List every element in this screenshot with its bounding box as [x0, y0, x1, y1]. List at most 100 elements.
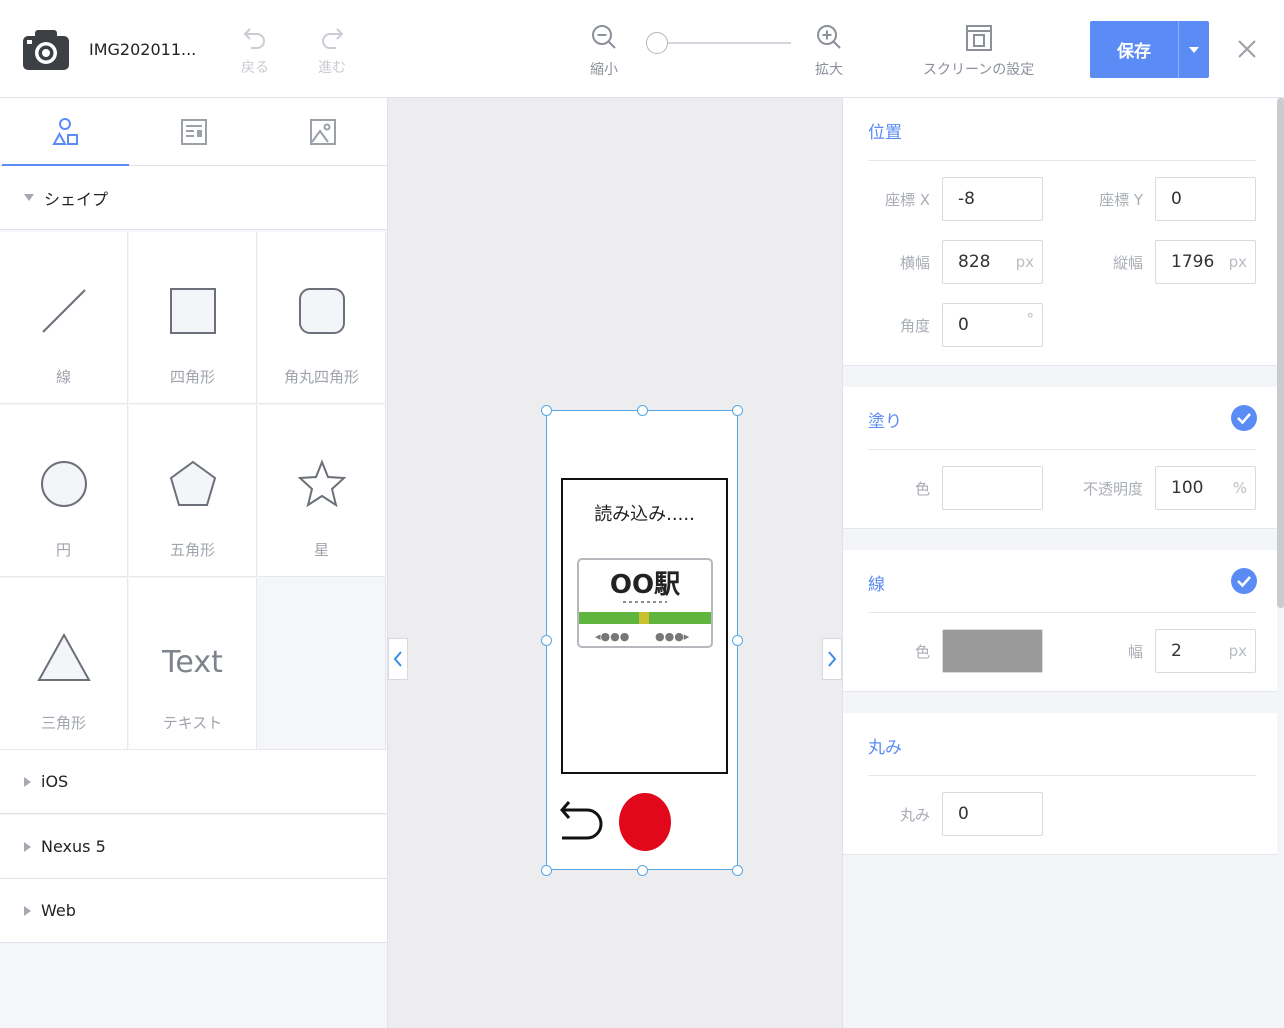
- properties-scrollbar[interactable]: [1277, 98, 1284, 608]
- divider: [868, 160, 1256, 161]
- stroke-width-label: 幅: [1127, 643, 1143, 661]
- svg-text:◂●●●: ◂●●●: [595, 630, 629, 643]
- stroke-toggle[interactable]: [1231, 568, 1257, 594]
- y-label: 座標 Y: [1099, 191, 1143, 209]
- zoom-in-label: 拡大: [815, 62, 843, 78]
- resize-handle[interactable]: [541, 405, 552, 416]
- redo-button[interactable]: 進む: [318, 25, 346, 77]
- fill-card: 塗り 色 不透明度 100%: [843, 387, 1277, 529]
- position-title: 位置: [868, 123, 902, 143]
- shape-text[interactable]: Text テキスト: [129, 578, 257, 750]
- checkmark-icon: [1237, 413, 1251, 425]
- record-button-shape: [619, 793, 671, 851]
- height-label: 縦幅: [1112, 254, 1143, 272]
- section-web-header[interactable]: Web: [0, 879, 387, 943]
- collapse-right-panel-button[interactable]: [822, 638, 842, 680]
- station-name: OO駅: [609, 570, 681, 600]
- divider: [868, 775, 1256, 776]
- x-input[interactable]: -8: [942, 177, 1043, 221]
- camera-icon[interactable]: [20, 26, 72, 74]
- collapsed-caret-icon: [24, 905, 31, 916]
- svg-text:●●●▸: ●●●▸: [655, 630, 690, 643]
- line-icon: [41, 289, 86, 333]
- zoom-in-icon: [817, 25, 841, 49]
- tab-images[interactable]: [258, 98, 387, 166]
- zoom-slider-track[interactable]: [657, 42, 791, 44]
- layout-icon: [180, 119, 207, 145]
- close-icon[interactable]: [1234, 36, 1260, 62]
- section-ios-header[interactable]: iOS: [0, 750, 387, 814]
- panel-tabs: [0, 98, 387, 167]
- save-label[interactable]: 保存: [1090, 21, 1178, 78]
- tab-layout[interactable]: [129, 98, 258, 166]
- angle-label: 角度: [899, 317, 930, 335]
- y-input[interactable]: 0: [1155, 177, 1256, 221]
- undo-button[interactable]: 戻る: [241, 25, 269, 77]
- fill-color-swatch[interactable]: [942, 466, 1043, 510]
- selected-screen[interactable]: 読み込み..... ◂●●● ●●●▸ OO駅: [541, 405, 743, 876]
- screen-content-frame: 読み込み..... ◂●●● ●●●▸ OO駅: [561, 478, 728, 774]
- width-value: 828: [958, 252, 991, 272]
- position-card: 位置 座標 X -8 座標 Y 0 横幅 828 px 縦幅 1796 px 角度 …: [843, 98, 1277, 366]
- shape-star[interactable]: 星: [258, 405, 386, 577]
- opacity-input[interactable]: 100%: [1155, 466, 1256, 510]
- resize-handle[interactable]: [732, 405, 743, 416]
- redo-icon: [322, 28, 344, 49]
- fill-toggle[interactable]: [1231, 405, 1257, 431]
- text-glyph: Text: [162, 645, 223, 680]
- resize-handle[interactable]: [637, 865, 648, 876]
- radius-title: 丸み: [868, 738, 902, 758]
- shape-label: 星: [313, 541, 329, 559]
- shape-line[interactable]: 線: [0, 232, 128, 404]
- zoom-slider-knob[interactable]: [646, 32, 668, 54]
- collapsed-caret-icon: [24, 841, 31, 852]
- document-title[interactable]: IMG202011...: [89, 40, 196, 59]
- zoom-out-button[interactable]: 縮小: [589, 23, 619, 79]
- save-dropdown-button[interactable]: [1178, 21, 1209, 78]
- stroke-width-input[interactable]: 2 px: [1155, 629, 1256, 673]
- caret-down-icon: [1189, 46, 1199, 53]
- top-toolbar: IMG202011... 戻る 進む 縮小 拡大 スクリーンの設定 保存: [0, 0, 1284, 98]
- stroke-color-swatch[interactable]: [942, 629, 1043, 673]
- station-sign-image: ◂●●● ●●●▸ OO駅: [577, 558, 713, 648]
- screen-settings-button[interactable]: スクリーンの設定: [923, 23, 1034, 79]
- radius-input[interactable]: 0: [942, 792, 1043, 836]
- circle-icon: [40, 461, 87, 507]
- resize-handle[interactable]: [541, 635, 552, 646]
- shape-label: 円: [55, 541, 71, 559]
- zoom-in-button[interactable]: 拡大: [814, 23, 844, 79]
- shape-label: 五角形: [169, 541, 215, 559]
- angle-input[interactable]: 0 °: [942, 303, 1043, 347]
- section-nexus5-header[interactable]: Nexus 5: [0, 815, 387, 879]
- shape-label: 角丸四角形: [283, 368, 359, 386]
- shape-label: 三角形: [40, 714, 86, 732]
- left-panel: シェイプ 線 四角形 角丸四角形 円 五角形 星 三角形 Text テキスト i…: [0, 98, 388, 1028]
- section-nexus5-label: Nexus 5: [41, 837, 106, 856]
- x-value: -8: [958, 189, 975, 209]
- stroke-card: 線 色 幅 2 px: [843, 550, 1277, 692]
- shape-rounded-rectangle[interactable]: 角丸四角形: [258, 232, 386, 404]
- resize-handle[interactable]: [732, 865, 743, 876]
- shape-empty-slot: [258, 578, 386, 750]
- shape-rectangle[interactable]: 四角形: [129, 232, 257, 404]
- resize-handle[interactable]: [541, 865, 552, 876]
- shape-circle[interactable]: 円: [0, 405, 128, 577]
- save-button[interactable]: 保存: [1090, 21, 1209, 78]
- star-icon: [297, 459, 346, 508]
- properties-panel: 位置 座標 X -8 座標 Y 0 横幅 828 px 縦幅 1796 px 角度 …: [842, 98, 1284, 1028]
- canvas-area[interactable]: 読み込み..... ◂●●● ●●●▸ OO駅: [388, 98, 842, 1028]
- width-input[interactable]: 828 px: [942, 240, 1043, 284]
- radius-value: 0: [958, 804, 969, 824]
- radius-card: 丸み 丸み 0: [843, 713, 1277, 855]
- rectangle-icon: [169, 288, 216, 334]
- shape-triangle[interactable]: 三角形: [0, 578, 128, 750]
- collapse-left-panel-button[interactable]: [388, 638, 408, 680]
- shape-pentagon[interactable]: 五角形: [129, 405, 257, 577]
- resize-handle[interactable]: [732, 635, 743, 646]
- stroke-color-label: 色: [914, 643, 930, 661]
- height-input[interactable]: 1796 px: [1155, 240, 1256, 284]
- tab-shapes[interactable]: [0, 98, 129, 167]
- section-shapes-header[interactable]: シェイプ: [0, 166, 387, 230]
- resize-handle[interactable]: [637, 405, 648, 416]
- redo-label: 進む: [318, 60, 346, 76]
